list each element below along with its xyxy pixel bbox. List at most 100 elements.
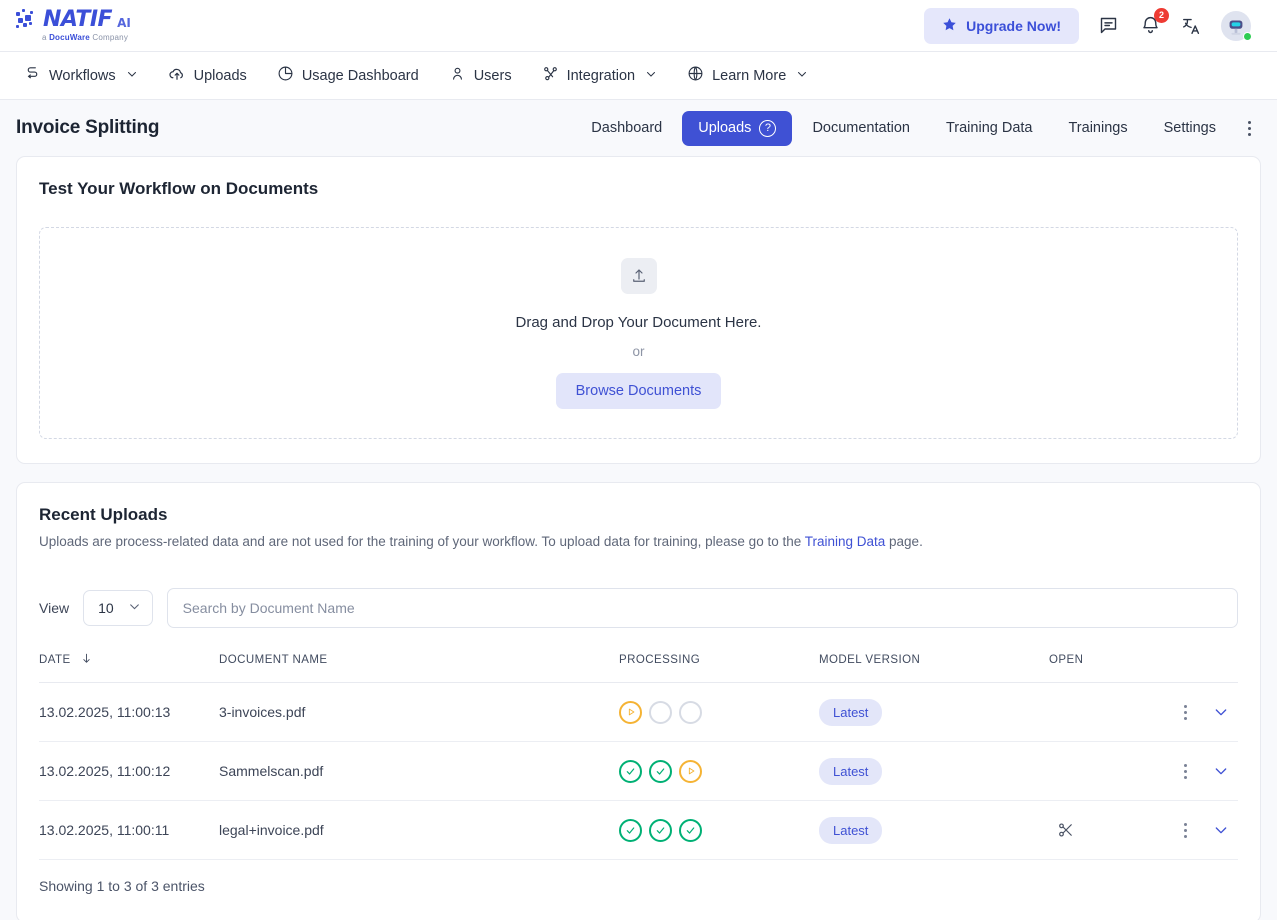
cell-model-version: Latest	[819, 682, 1049, 743]
workflow-icon	[24, 65, 41, 86]
brand-logo[interactable]: NATIF AI a DocuWare Company	[16, 9, 131, 42]
training-data-link[interactable]: Training Data	[805, 534, 886, 549]
user-icon	[449, 65, 466, 86]
chevron-down-icon	[128, 600, 141, 616]
table-row[interactable]: 13.02.2025, 11:00:11 legal+invoice.pdf L…	[39, 800, 1238, 861]
scissors-split-icon[interactable]	[1049, 815, 1083, 845]
page-overflow-menu-icon[interactable]	[1240, 117, 1259, 140]
tab-training-data[interactable]: Training Data	[930, 111, 1049, 145]
description-text-after: page.	[885, 534, 923, 549]
processing-steps	[619, 759, 819, 783]
page-size-select[interactable]: 10	[83, 590, 153, 627]
upload-arrow-icon	[620, 257, 657, 294]
tab-settings[interactable]: Settings	[1148, 111, 1232, 145]
notification-badge: 2	[1154, 7, 1169, 23]
nav-item-learn-more[interactable]: Learn More	[685, 61, 810, 90]
cell-processing	[619, 741, 819, 802]
nav-item-integration[interactable]: Integration	[540, 61, 660, 90]
avatar[interactable]	[1221, 10, 1252, 41]
upgrade-label: Upgrade Now!	[966, 17, 1061, 34]
expand-row-chevron-down-icon[interactable]	[1204, 815, 1238, 845]
cell-model-version: Latest	[819, 800, 1049, 861]
nav-label: Workflows	[49, 67, 116, 84]
table-filters: View 10	[39, 588, 1238, 629]
processing-step-pending	[649, 700, 672, 724]
tab-dashboard[interactable]: Dashboard	[575, 111, 678, 145]
browse-documents-button[interactable]: Browse Documents	[555, 372, 722, 409]
column-header-document-name[interactable]: DOCUMENT NAME	[219, 652, 619, 683]
cell-actions	[1149, 741, 1238, 802]
chat-bubble-icon[interactable]	[1095, 13, 1121, 39]
upgrade-now-button[interactable]: Upgrade Now!	[924, 7, 1079, 44]
main-navigation: Workflows Uploads Usage Dashboard Users …	[0, 52, 1277, 100]
row-menu-icon[interactable]	[1168, 756, 1202, 786]
row-menu-icon[interactable]	[1168, 697, 1202, 727]
cell-open	[1049, 682, 1149, 743]
cell-open	[1049, 741, 1149, 802]
nav-item-workflows[interactable]: Workflows	[22, 61, 140, 90]
expand-row-chevron-down-icon[interactable]	[1204, 697, 1238, 727]
dropzone-or-label: or	[632, 343, 645, 359]
sort-descending-arrow-icon[interactable]	[80, 652, 93, 668]
processing-step-pending	[679, 700, 702, 724]
tab-trainings[interactable]: Trainings	[1052, 111, 1143, 145]
top-bar: NATIF AI a DocuWare Company Upgrade Now!…	[0, 0, 1277, 52]
expand-row-chevron-down-icon[interactable]	[1204, 756, 1238, 786]
pie-chart-icon	[277, 65, 294, 86]
processing-steps	[619, 818, 819, 842]
status-badge: Latest	[819, 698, 883, 726]
top-bar-actions: Upgrade Now! 2	[924, 7, 1252, 44]
tab-uploads[interactable]: Uploads ?	[682, 110, 793, 146]
document-dropzone[interactable]: Drag and Drop Your Document Here. or Bro…	[39, 227, 1238, 439]
page-size-value: 10	[98, 600, 114, 617]
search-input[interactable]	[166, 588, 1238, 629]
processing-step-running	[679, 759, 702, 783]
nav-item-usage-dashboard[interactable]: Usage Dashboard	[275, 61, 421, 90]
nav-label: Users	[473, 67, 512, 84]
cell-model-version: Latest	[819, 741, 1049, 802]
dropzone-instruction: Drag and Drop Your Document Here.	[515, 313, 762, 331]
nav-label: Usage Dashboard	[301, 67, 419, 84]
nav-label: Uploads	[193, 67, 247, 84]
tab-label: Documentation	[812, 120, 910, 136]
tagline-suffix: Company	[89, 33, 129, 42]
column-header-date[interactable]: DATE	[39, 652, 219, 683]
integration-icon	[542, 65, 559, 86]
logo-tagline: a DocuWare Company	[42, 33, 131, 42]
table-row[interactable]: 13.02.2025, 11:00:12 Sammelscan.pdf Late…	[39, 741, 1238, 802]
tagline-brand: DocuWare	[49, 33, 90, 42]
column-header-open: OPEN	[1049, 654, 1084, 667]
notification-bell-icon[interactable]: 2	[1137, 7, 1169, 39]
translate-icon[interactable]	[1179, 13, 1205, 39]
column-label: DATE	[39, 654, 71, 667]
cell-date: 13.02.2025, 11:00:13	[39, 682, 219, 743]
view-label: View	[39, 600, 70, 617]
chevron-down-icon	[126, 68, 138, 84]
table-entry-count: Showing 1 to 3 of 3 entries	[39, 878, 205, 895]
recent-uploads-card: Recent Uploads Uploads are process-relat…	[16, 482, 1261, 920]
tab-label: Training Data	[945, 120, 1033, 136]
tab-label: Dashboard	[591, 120, 663, 136]
test-workflow-card: Test Your Workflow on Documents Drag and…	[16, 156, 1261, 464]
help-icon[interactable]: ?	[759, 119, 777, 137]
tab-documentation[interactable]: Documentation	[796, 111, 926, 145]
column-header-model-version: MODEL VERSION	[819, 654, 921, 667]
cell-document-name: legal+invoice.pdf	[219, 800, 619, 861]
test-workflow-title: Test Your Workflow on Documents	[39, 179, 319, 198]
logo-text: NATIF	[43, 7, 113, 32]
row-menu-icon[interactable]	[1168, 815, 1202, 845]
logo-dots-icon	[16, 9, 38, 31]
cell-actions	[1149, 682, 1238, 743]
nav-item-uploads[interactable]: Uploads	[166, 61, 249, 91]
nav-item-users[interactable]: Users	[447, 61, 514, 90]
processing-step-done	[619, 818, 642, 842]
recent-uploads-title: Recent Uploads	[39, 505, 168, 524]
processing-step-running	[619, 700, 642, 724]
logo-ai-text: AI	[117, 16, 131, 30]
cell-date: 13.02.2025, 11:00:12	[39, 741, 219, 802]
online-status-dot	[1243, 31, 1252, 41]
status-badge: Latest	[819, 816, 883, 844]
chevron-down-icon	[796, 68, 808, 84]
table-row[interactable]: 13.02.2025, 11:00:13 3-invoices.pdf Late…	[39, 682, 1238, 743]
status-badge: Latest	[819, 757, 883, 785]
